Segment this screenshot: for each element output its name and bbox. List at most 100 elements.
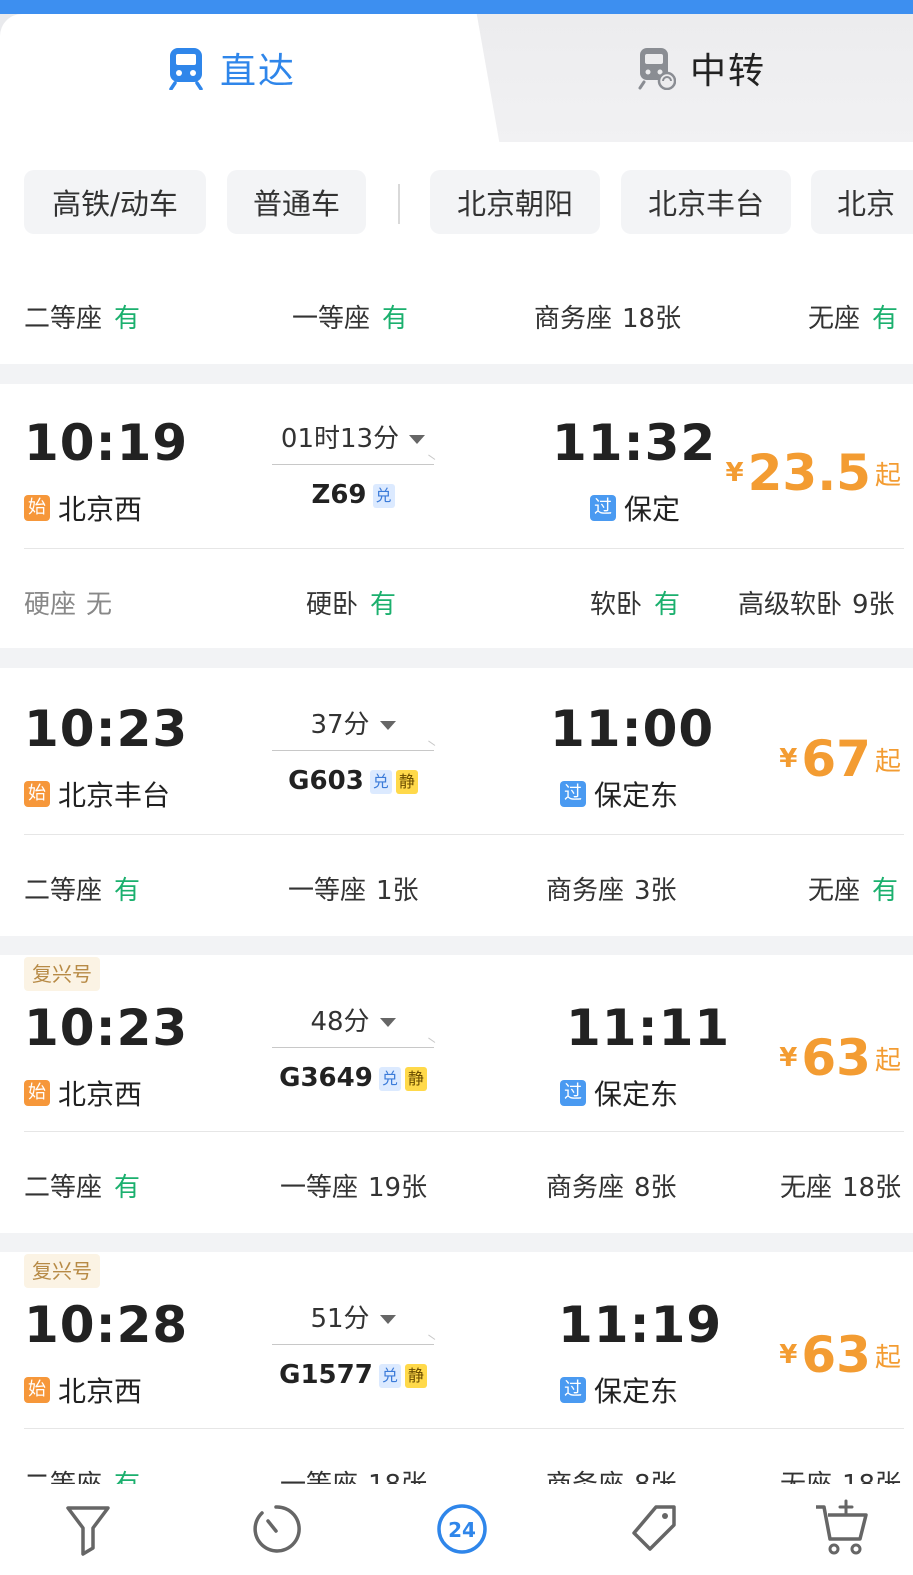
pass-badge: 过 (560, 781, 586, 807)
seat-standing: 无座18张 (780, 1173, 902, 1203)
filter-chip-beijing-fengtai[interactable]: 北京丰台 (621, 170, 791, 234)
price: ¥63 起 (779, 1029, 901, 1087)
price: ¥67 起 (779, 730, 901, 788)
duration[interactable]: 48分 (272, 1001, 434, 1038)
tab-direct[interactable]: 直达 (0, 14, 470, 142)
tag-icon (632, 1505, 676, 1551)
train-number: Z69 兑 (262, 480, 444, 510)
fuxing-label: 复兴号 (24, 1254, 100, 1288)
start-badge: 始 (24, 495, 50, 521)
start-badge: 始 (24, 1080, 50, 1106)
filter-chip-high-speed[interactable]: 高铁/动车 (24, 170, 206, 234)
price-tag-button[interactable] (624, 1494, 684, 1564)
tab-transfer[interactable]: 中转 (470, 14, 913, 142)
arrive-time: 11:19 (558, 1296, 723, 1354)
date-button[interactable]: 24 (432, 1494, 492, 1564)
mode-tabs: 中转 直达 (0, 14, 913, 142)
seat-standing: 无座有 (808, 876, 899, 906)
depart-station: 始 北京丰台 (24, 774, 170, 814)
seat-second-class: 二等座有 (24, 1173, 141, 1203)
card-divider (24, 834, 904, 835)
cart-icon (816, 1499, 868, 1555)
arrive-station: 过 保定东 (560, 1370, 678, 1410)
depart-station: 始 北京西 (24, 488, 142, 528)
seat-hard-sleeper: 硬卧有 (306, 590, 397, 620)
pass-badge: 过 (560, 1377, 586, 1403)
transfer-train-icon (638, 48, 676, 90)
depart-time: 10:23 (24, 999, 189, 1057)
pass-badge: 过 (590, 495, 616, 521)
tab-direct-label: 直达 (220, 51, 297, 92)
seat-business: 商务座 18张 (534, 304, 682, 334)
fuxing-label: 复兴号 (24, 957, 100, 991)
arrive-station: 过 保定东 (560, 774, 678, 814)
exchange-tag: 兑 (378, 1363, 401, 1388)
seat-standing: 无座18张 (780, 1464, 901, 1484)
train-card-z69[interactable]: 10:19 始 北京西 01时13分 Z69 兑 11:32 过 保定 ¥23.5… (0, 384, 913, 648)
time-sort-button[interactable] (246, 1494, 306, 1564)
clock-icon (253, 1505, 301, 1553)
exchange-tag: 兑 (378, 1066, 401, 1091)
chevron-down-icon (409, 435, 426, 444)
partial-train-seat-row[interactable]: 二等座有 一等座有 商务座 18张 无座有 (0, 260, 913, 364)
tab-transfer-label: 中转 (690, 51, 767, 92)
duration[interactable]: 51分 (272, 1298, 434, 1335)
seat-hard-seat: 硬座无 (24, 590, 113, 620)
train-card-g1577[interactable]: 复兴号 10:28 始 北京西 51分 G1577 兑静 11:19 过 保定东 … (0, 1252, 913, 1484)
cart-button[interactable] (812, 1494, 872, 1564)
duration-arrow (272, 1047, 434, 1048)
filter-chip-beijing[interactable]: 北京 (811, 170, 913, 234)
seat-second-class: 二等座有 (24, 876, 141, 906)
seat-standing: 无座有 (808, 304, 899, 334)
exchange-tag: 兑 (372, 483, 395, 508)
train-number: G603 兑静 (262, 766, 444, 796)
arrive-station: 过 保定东 (560, 1073, 678, 1113)
calendar-24-icon: 24 (437, 1504, 487, 1554)
seat-business: 商务座8张 (546, 1464, 677, 1484)
filter-button[interactable] (58, 1494, 118, 1564)
filter-chip-beijing-chaoyang[interactable]: 北京朝阳 (430, 170, 600, 234)
depart-time: 10:28 (24, 1296, 189, 1354)
chevron-down-icon (379, 1018, 396, 1027)
seat-business: 商务座8张 (546, 1173, 677, 1203)
chevron-down-icon (379, 721, 396, 730)
depart-time: 10:19 (24, 414, 189, 472)
seat-first-class: 一等座有 (292, 304, 409, 334)
seat-second-class: 二等座有 (24, 1464, 140, 1484)
start-badge: 始 (24, 781, 50, 807)
duration-arrow (272, 1344, 434, 1345)
seat-first-class: 一等座18张 (280, 1464, 427, 1484)
filter-divider (398, 184, 400, 224)
depart-station: 始 北京西 (24, 1370, 142, 1410)
arrive-time: 11:11 (566, 999, 731, 1057)
depart-time: 10:23 (24, 700, 189, 758)
exchange-tag: 兑 (369, 769, 392, 794)
quiet-tag: 静 (395, 769, 418, 794)
svg-text:24: 24 (448, 1518, 476, 1542)
filter-chip-regular[interactable]: 普通车 (227, 170, 366, 234)
seat-deluxe-soft-sleeper: 高级软卧 9张 (738, 590, 895, 620)
seat-soft-sleeper: 软卧有 (590, 590, 681, 620)
duration[interactable]: 37分 (272, 704, 434, 741)
arrive-time: 11:32 (552, 414, 717, 472)
top-accent-bar (0, 0, 913, 14)
train-card-g3649[interactable]: 复兴号 10:23 始 北京西 48分 G3649 兑静 11:11 过 保定东 … (0, 955, 913, 1233)
seat-second-class: 二等座有 (24, 304, 141, 334)
seat-first-class: 一等座 19张 (280, 1173, 428, 1203)
duration-arrow (272, 464, 434, 465)
quiet-tag: 静 (404, 1066, 427, 1091)
price: ¥23.5 起 (725, 444, 901, 502)
price: ¥63 起 (779, 1326, 901, 1384)
quiet-tag: 静 (404, 1363, 427, 1388)
pass-badge: 过 (560, 1080, 586, 1106)
train-number: G1577 兑静 (262, 1360, 444, 1390)
card-divider (24, 1428, 904, 1429)
seat-business: 商务座 3张 (546, 876, 677, 906)
arrive-station: 过 保定 (590, 488, 680, 528)
chevron-down-icon (379, 1315, 396, 1324)
depart-station: 始 北京西 (24, 1073, 142, 1113)
train-card-g603[interactable]: 10:23 始 北京丰台 37分 G603 兑静 11:00 过 保定东 ¥67 起… (0, 668, 913, 936)
card-divider (24, 1131, 904, 1132)
duration[interactable]: 01时13分 (272, 418, 434, 455)
arrive-time: 11:00 (550, 700, 715, 758)
